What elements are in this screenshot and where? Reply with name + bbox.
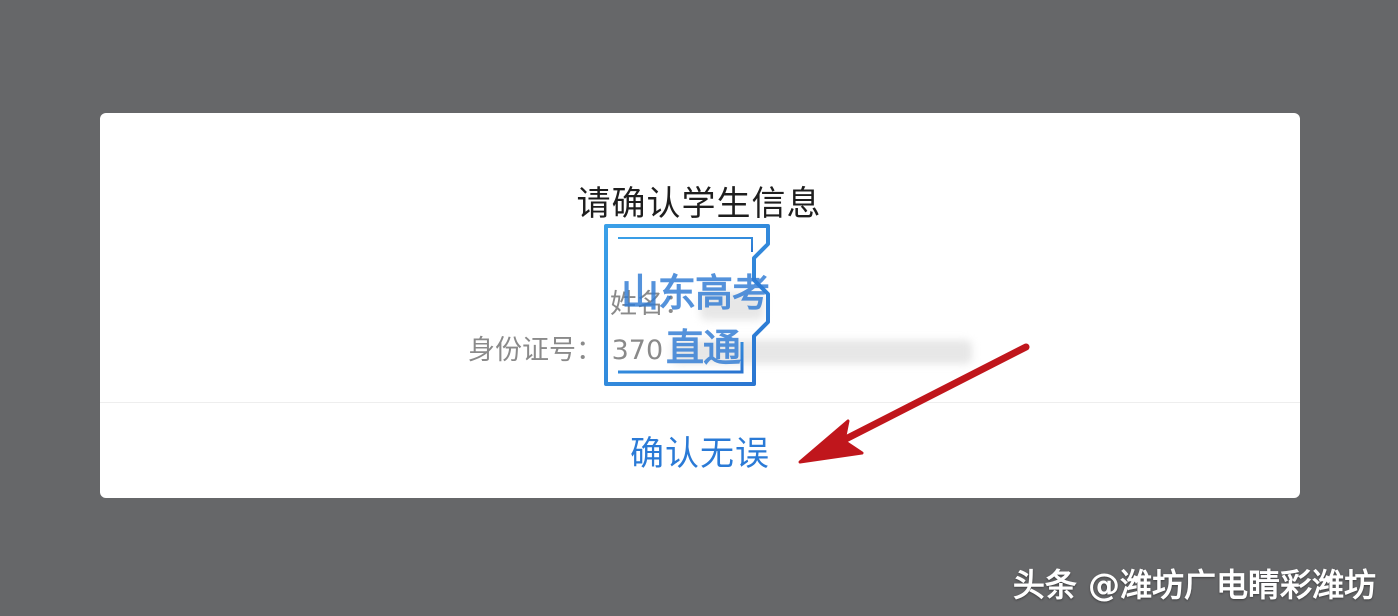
dialog-title: 请确认学生信息: [576, 184, 822, 224]
confirm-button[interactable]: 确认无误: [100, 403, 1300, 498]
logo-text-line1: 山东高考: [621, 271, 770, 315]
logo-text-line2: 直通: [666, 326, 741, 370]
toutiao-watermark: 头条 @潍坊广电睛彩潍坊: [1012, 566, 1376, 604]
id-label: 身份证号：: [468, 335, 603, 366]
red-arrow-icon: [798, 343, 1030, 464]
